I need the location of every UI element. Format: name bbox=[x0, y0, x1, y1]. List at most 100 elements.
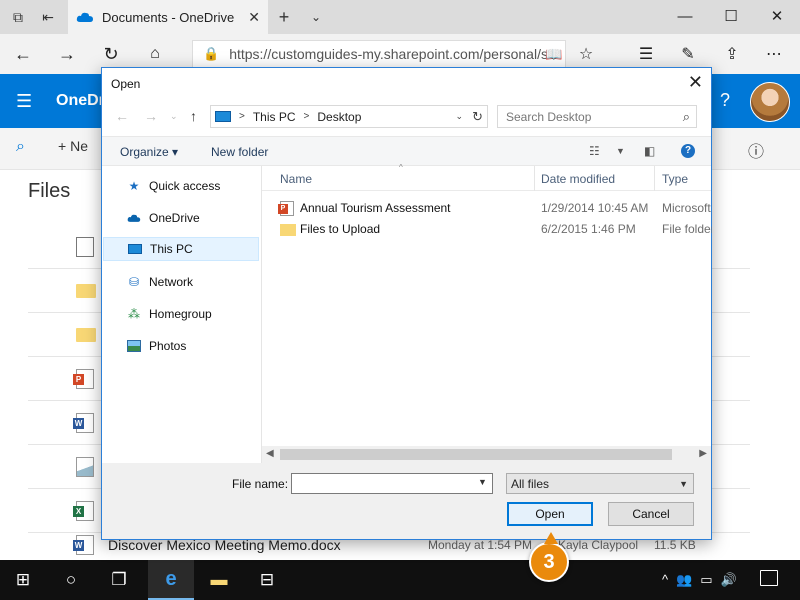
share-icon[interactable]: ⇪ bbox=[720, 42, 744, 66]
nav-item-onedrive[interactable]: OneDrive bbox=[103, 206, 259, 230]
task-view-icon[interactable]: ❐ bbox=[96, 560, 142, 600]
organize-button[interactable]: Organize ▾ bbox=[120, 145, 178, 159]
open-button[interactable]: Open bbox=[507, 502, 593, 526]
store-bag-icon[interactable]: ⊟ bbox=[244, 560, 290, 600]
dialog-forward-icon[interactable]: → bbox=[144, 108, 158, 124]
dialog-title-bar: Open ✕ bbox=[102, 68, 711, 98]
app-launcher-icon[interactable]: ☰ bbox=[16, 91, 32, 112]
horizontal-scrollbar[interactable]: ◀ ▶ bbox=[262, 446, 711, 463]
file-name-input[interactable] bbox=[291, 473, 493, 494]
tab-list-chevron-icon[interactable]: ⌄ bbox=[306, 7, 326, 27]
volume-icon[interactable]: 🔊 bbox=[721, 572, 737, 588]
navigation-pane: ★ Quick access OneDrive This PC ⛁ Networ… bbox=[102, 166, 262, 463]
scroll-left-icon[interactable]: ◀ bbox=[266, 448, 274, 459]
forward-button[interactable]: → bbox=[54, 42, 80, 66]
dialog-title: Open bbox=[111, 77, 141, 91]
file-size: 11.5 KB bbox=[654, 538, 696, 552]
nav-item-this-pc[interactable]: This PC bbox=[103, 237, 259, 261]
homegroup-icon: ⁂ bbox=[128, 307, 140, 321]
minimize-button[interactable]: — bbox=[662, 0, 708, 32]
search-icon[interactable]: ⌕ bbox=[16, 138, 25, 156]
onedrive-cloud-icon bbox=[76, 12, 93, 22]
scrollbar-thumb[interactable] bbox=[280, 449, 672, 460]
powerpoint-icon bbox=[278, 201, 294, 216]
list-item[interactable]: Annual Tourism Assessment 1/29/2014 10:4… bbox=[278, 198, 711, 219]
nav-item-homegroup[interactable]: ⁂ Homegroup bbox=[103, 302, 259, 326]
search-placeholder: Search Desktop bbox=[506, 109, 592, 124]
cancel-button[interactable]: Cancel bbox=[608, 502, 694, 526]
scroll-right-icon[interactable]: ▶ bbox=[699, 448, 707, 459]
browser-tab[interactable]: Documents - OneDrive ✕ bbox=[68, 0, 268, 34]
dialog-back-icon[interactable]: ← bbox=[115, 108, 129, 124]
people-icon[interactable]: 👥 bbox=[676, 572, 692, 588]
cloud-icon bbox=[127, 211, 141, 225]
refresh-icon[interactable]: ↻ bbox=[472, 109, 483, 125]
open-dialog: Open ✕ ← → ⌄ ↑ > This PC > Desktop ⌄ ↻ S… bbox=[101, 67, 712, 540]
close-window-button[interactable]: ✕ bbox=[754, 0, 800, 32]
folder-icon bbox=[76, 284, 96, 298]
view-options-chevron-icon[interactable]: ▼ bbox=[616, 146, 625, 156]
change-view-icon[interactable]: ☷ bbox=[589, 144, 600, 158]
home-icon[interactable]: ⌂ bbox=[142, 42, 168, 66]
show-hidden-icons-chevron-icon[interactable]: ^ bbox=[662, 572, 668, 588]
up-folder-icon[interactable]: ↑ bbox=[190, 108, 197, 124]
file-name: Files to Upload bbox=[300, 222, 381, 236]
action-center-icon[interactable] bbox=[760, 570, 778, 586]
nav-item-photos[interactable]: Photos bbox=[103, 334, 259, 358]
file-list-header: ^ Name Date modified Type bbox=[262, 163, 711, 191]
path-dropdown-chevron-icon[interactable]: ⌄ bbox=[455, 111, 463, 122]
refresh-button[interactable]: ↻ bbox=[98, 42, 124, 66]
start-windows-icon[interactable]: ⊞ bbox=[0, 560, 46, 600]
column-date-modified[interactable]: Date modified bbox=[541, 172, 615, 186]
preview-pane-icon[interactable]: ◧ bbox=[644, 144, 655, 158]
column-name[interactable]: Name bbox=[280, 172, 312, 186]
back-button[interactable]: ← bbox=[10, 42, 36, 66]
nav-item-label: This PC bbox=[150, 242, 193, 256]
reading-view-icon[interactable]: 📖 bbox=[542, 42, 566, 66]
file-date: 6/2/2015 1:46 PM bbox=[541, 222, 636, 236]
new-folder-button[interactable]: New folder bbox=[211, 145, 268, 159]
nav-item-quick-access[interactable]: ★ Quick access bbox=[103, 174, 259, 198]
tabs-aside-icon[interactable]: ⧉ bbox=[8, 7, 28, 27]
excel-file-icon bbox=[73, 501, 94, 521]
edge-browser-icon[interactable]: e bbox=[148, 560, 194, 600]
step-callout-badge: 3 bbox=[529, 532, 569, 582]
help-icon[interactable]: ? bbox=[681, 144, 695, 158]
close-tab-icon[interactable]: ✕ bbox=[248, 9, 260, 26]
file-type: Microsoft bbox=[662, 201, 711, 215]
dialog-close-icon[interactable]: ✕ bbox=[688, 72, 703, 93]
breadcrumb[interactable]: > This PC > Desktop ⌄ ↻ bbox=[210, 105, 488, 128]
search-input[interactable]: Search Desktop ⌕ bbox=[497, 105, 697, 128]
cortana-circle-icon[interactable]: ○ bbox=[48, 560, 94, 600]
nav-item-label: Network bbox=[149, 275, 194, 289]
nav-item-network[interactable]: ⛁ Network bbox=[103, 270, 259, 294]
info-icon[interactable]: ⓘ bbox=[748, 138, 764, 162]
list-item[interactable]: Files to Upload 6/2/2015 1:46 PM File fo… bbox=[278, 219, 712, 240]
new-tab-icon[interactable]: + bbox=[274, 7, 294, 27]
web-note-pen-icon[interactable]: ✎ bbox=[676, 42, 700, 66]
network-icon: ⛁ bbox=[128, 275, 140, 289]
taskbar: ⊞ ○ ❐ e ▬ ⊟ ^ 👥 ▭ 🔊 bbox=[0, 560, 800, 600]
word-file-icon bbox=[73, 413, 94, 433]
nav-item-label: Quick access bbox=[149, 179, 221, 193]
nav-item-label: Photos bbox=[149, 339, 187, 353]
favorites-hub-icon[interactable]: ☰ bbox=[634, 42, 658, 66]
column-type[interactable]: Type bbox=[662, 172, 688, 186]
show-tabs-icon[interactable]: ⇤ bbox=[38, 7, 58, 27]
new-button[interactable]: + Ne bbox=[58, 138, 88, 154]
file-explorer-icon[interactable]: ▬ bbox=[196, 560, 242, 600]
url-field[interactable]: 🔒 https://customguides-my.sharepoint.com… bbox=[192, 40, 566, 68]
avatar[interactable] bbox=[750, 82, 790, 122]
file-name-dropdown-icon[interactable]: ▼ bbox=[478, 477, 487, 487]
file-type-select[interactable]: All files ▼ bbox=[506, 473, 694, 494]
dialog-body: ★ Quick access OneDrive This PC ⛁ Networ… bbox=[102, 163, 712, 463]
more-options-icon[interactable]: ⋯ bbox=[762, 42, 786, 66]
favorite-star-icon[interactable]: ☆ bbox=[574, 42, 598, 66]
computer-icon bbox=[215, 111, 231, 122]
help-icon[interactable]: ? bbox=[720, 90, 730, 111]
recent-locations-chevron-icon[interactable]: ⌄ bbox=[170, 111, 178, 122]
breadcrumb-desktop[interactable]: Desktop bbox=[317, 110, 361, 124]
breadcrumb-this-pc[interactable]: This PC bbox=[253, 110, 296, 124]
network-tray-icon[interactable]: ▭ bbox=[700, 572, 712, 588]
maximize-button[interactable]: ☐ bbox=[708, 0, 754, 32]
